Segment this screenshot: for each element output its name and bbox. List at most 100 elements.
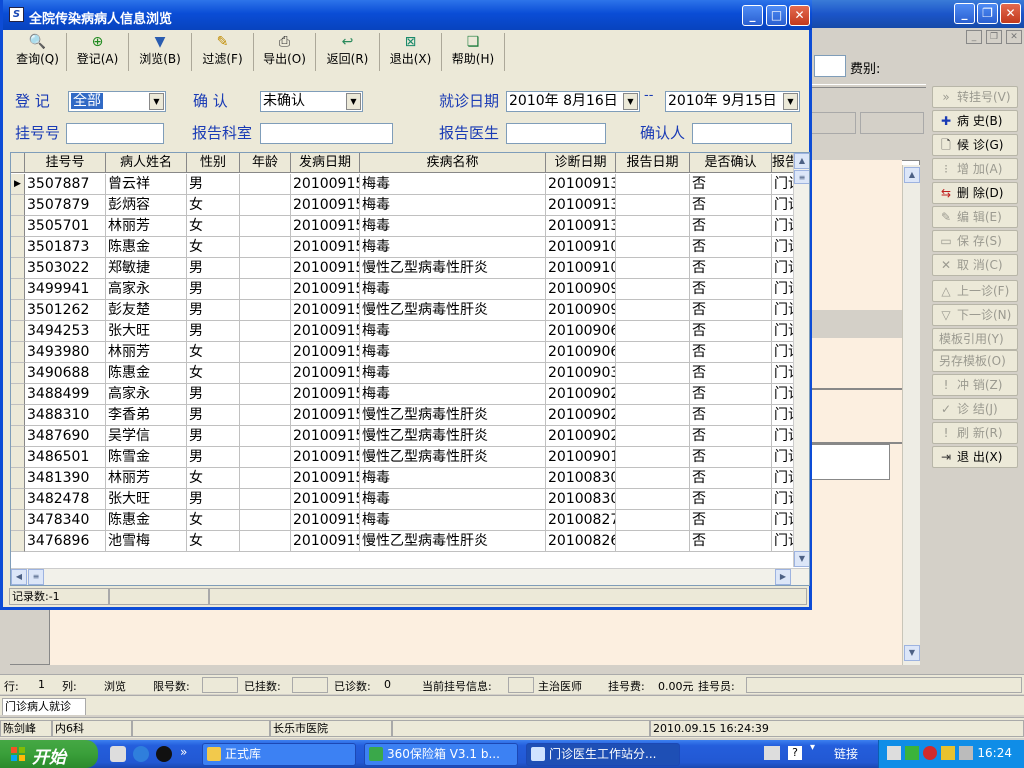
tab-outpatient[interactable]: 门诊病人就诊: [2, 698, 86, 715]
row-indicator[interactable]: [11, 489, 25, 510]
toolbar-button-1[interactable]: ⊕ 登记(A): [67, 33, 129, 71]
date-from-picker[interactable]: 2010年 8月16日 ▼: [506, 91, 640, 112]
keyboard-icon[interactable]: [764, 746, 780, 760]
chevron-down-icon[interactable]: ▼: [149, 93, 164, 110]
side-button-4[interactable]: ⇆ 删 除(D): [932, 182, 1018, 204]
side-button-6[interactable]: ▭ 保 存(S): [932, 230, 1018, 252]
table-row[interactable]: 3482478张大旺男20100915梅毒20100830否门诊: [11, 489, 801, 510]
tray-app-icon[interactable]: [887, 746, 901, 760]
row-indicator[interactable]: [11, 279, 25, 300]
toolbar-button-4[interactable]: ⎙ 导出(O): [254, 33, 316, 71]
side-button-11[interactable]: 另存模板(O): [932, 350, 1018, 372]
date-to-picker[interactable]: 2010年 9月15日 ▼: [665, 91, 800, 112]
toolbar-button-7[interactable]: ❏ 帮助(H): [442, 33, 505, 71]
tray-shield-icon[interactable]: [941, 746, 955, 760]
register-select[interactable]: 全部 ▼: [68, 91, 166, 112]
side-button-1[interactable]: ✚ 病 史(B): [932, 110, 1018, 132]
row-indicator[interactable]: [11, 384, 25, 405]
more-chevron-icon[interactable]: »: [180, 745, 187, 759]
dialog-maximize-button[interactable]: □: [766, 5, 787, 26]
row-indicator[interactable]: [11, 510, 25, 531]
links-label[interactable]: 链接: [834, 745, 858, 762]
side-button-8[interactable]: △ 上一诊(F): [932, 280, 1018, 302]
scroll-down-button[interactable]: ▼: [794, 551, 809, 567]
mdi-minimize-button[interactable]: _: [966, 30, 982, 44]
taskbar-task-2[interactable]: 门诊医生工作站分...: [526, 743, 680, 766]
row-indicator[interactable]: [11, 468, 25, 489]
current-row-pointer-icon[interactable]: ▶: [11, 174, 25, 195]
row-indicator[interactable]: [11, 321, 25, 342]
ie-icon[interactable]: [133, 746, 149, 762]
column-header[interactable]: 挂号号: [25, 153, 106, 173]
table-row[interactable]: 3481390林丽芳女20100915梅毒20100830否门诊: [11, 468, 801, 489]
dialog-title-bar[interactable]: S 全院传染病病人信息浏览 _ □ ✕: [3, 0, 812, 30]
bg-minimize-button[interactable]: _: [954, 3, 975, 24]
column-header[interactable]: 疾病名称: [360, 153, 546, 173]
table-row[interactable]: 3490688陈惠金女20100915梅毒20100903否门诊: [11, 363, 801, 384]
report-doctor-input[interactable]: [506, 123, 606, 144]
qq-icon[interactable]: [156, 746, 172, 762]
table-row[interactable]: 3488310李香弟男20100915慢性乙型病毒性肝炎20100902否门诊: [11, 405, 801, 426]
side-button-2[interactable]: 🗋 候 诊(G): [932, 134, 1018, 156]
column-header[interactable]: 性别: [187, 153, 240, 173]
mdi-restore-button[interactable]: ❐: [986, 30, 1002, 44]
scroll-up-button[interactable]: ▲: [904, 167, 920, 183]
row-indicator[interactable]: [11, 300, 25, 321]
row-indicator[interactable]: [11, 363, 25, 384]
scroll-right-button[interactable]: ▶: [775, 569, 791, 585]
row-indicator[interactable]: [11, 258, 25, 279]
row-indicator[interactable]: [11, 426, 25, 447]
table-row[interactable]: 3487690吴学信男20100915慢性乙型病毒性肝炎20100902否门诊: [11, 426, 801, 447]
quicklaunch-app-icon[interactable]: [110, 746, 126, 762]
side-button-5[interactable]: ✎ 编 辑(E): [932, 206, 1018, 228]
scroll-thumb[interactable]: ≡: [28, 569, 44, 585]
chevron-down-icon[interactable]: ▼: [783, 93, 798, 110]
table-row[interactable]: 3507879彭炳容女20100915梅毒20100913否门诊: [11, 195, 801, 216]
record-vertical-scrollbar[interactable]: ▲ ▼: [902, 165, 920, 665]
chevron-icon[interactable]: ▾: [810, 742, 815, 753]
column-header[interactable]: 年龄: [240, 153, 291, 173]
column-header[interactable]: 发病日期: [291, 153, 360, 173]
toolbar-button-0[interactable]: 🔍 查询(Q): [9, 33, 67, 71]
column-header[interactable]: 病人姓名: [106, 153, 187, 173]
confirmer-input[interactable]: [692, 123, 792, 144]
tray-stop-icon[interactable]: [923, 746, 937, 760]
side-button-0[interactable]: » 转挂号(V): [932, 86, 1018, 108]
table-row[interactable]: 3493980林丽芳女20100915梅毒20100906否门诊: [11, 342, 801, 363]
row-indicator[interactable]: [11, 405, 25, 426]
mdi-close-button[interactable]: ✕: [1006, 30, 1022, 44]
patient-grid[interactable]: 挂号号 病人姓名 性别 年龄 发病日期 疾病名称 诊断日期 报告日期 是否确认 报告 ▶ 35078…: [10, 152, 810, 586]
grid-vertical-scrollbar[interactable]: ▲ ≡ ▼: [793, 153, 809, 567]
scroll-up-button[interactable]: ▲: [794, 153, 809, 169]
table-row[interactable]: 3501262彭友楚男20100915慢性乙型病毒性肝炎20100909否门诊: [11, 300, 801, 321]
fee-type-input[interactable]: [814, 55, 846, 77]
side-button-3[interactable]: ⁝ 增 加(A): [932, 158, 1018, 180]
bg-close-button[interactable]: ✕: [1000, 3, 1021, 24]
side-button-9[interactable]: ▽ 下一诊(N): [932, 304, 1018, 326]
tray-network-icon[interactable]: [905, 746, 919, 760]
toolbar-button-3[interactable]: ✎ 过滤(F): [192, 33, 254, 71]
help-icon[interactable]: ?: [788, 746, 802, 760]
toolbar-button-6[interactable]: ⊠ 退出(X): [380, 33, 442, 71]
toolbar-button-5[interactable]: ↩ 返回(R): [316, 33, 380, 71]
side-button-13[interactable]: ✓ 诊 结(J): [932, 398, 1018, 420]
table-row[interactable]: 3476896池雪梅女20100915慢性乙型病毒性肝炎20100826否门诊: [11, 531, 801, 552]
side-button-12[interactable]: ! 冲 销(Z): [932, 374, 1018, 396]
dialog-minimize-button[interactable]: _: [742, 5, 763, 26]
bg-restore-button[interactable]: ❐: [977, 3, 998, 24]
chevron-down-icon[interactable]: ▼: [346, 93, 361, 110]
table-row[interactable]: 3499941高家永男20100915梅毒20100909否门诊: [11, 279, 801, 300]
row-indicator[interactable]: [11, 531, 25, 552]
side-button-14[interactable]: ! 刷 新(R): [932, 422, 1018, 444]
row-indicator[interactable]: [11, 237, 25, 258]
column-header[interactable]: 报告日期: [616, 153, 690, 173]
row-indicator[interactable]: [11, 216, 25, 237]
row-indicator[interactable]: [11, 342, 25, 363]
grid-horizontal-scrollbar[interactable]: ◀ ≡ ▶: [11, 568, 809, 585]
scroll-thumb[interactable]: ≡: [794, 170, 809, 184]
table-row[interactable]: 3501873陈惠金女20100915梅毒20100910否门诊: [11, 237, 801, 258]
chevron-down-icon[interactable]: ▼: [623, 93, 638, 110]
scroll-left-button[interactable]: ◀: [11, 569, 27, 585]
toolbar-button-2[interactable]: ▼ 浏览(B): [129, 33, 192, 71]
scroll-down-button[interactable]: ▼: [904, 645, 920, 661]
